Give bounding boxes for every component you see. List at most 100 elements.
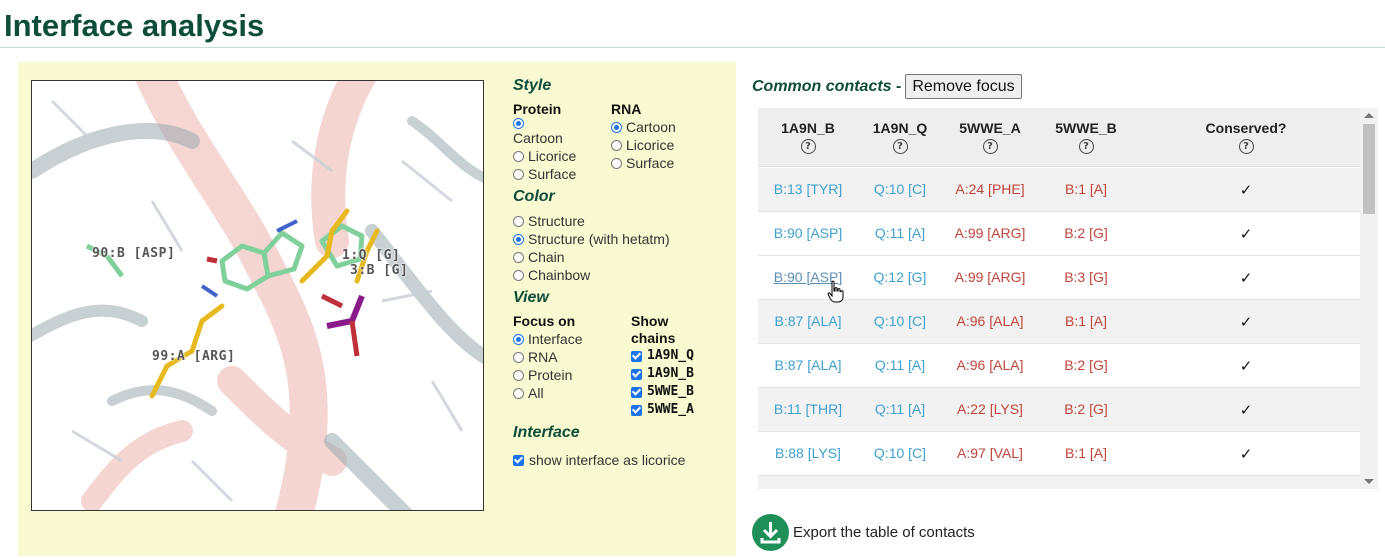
chain-toggle-1a9n-q[interactable]: 1A9N_Q <box>631 347 694 365</box>
color-structure[interactable]: Structure <box>513 212 733 230</box>
radio-button[interactable] <box>513 269 524 281</box>
help-icon[interactable]: ? <box>1078 139 1094 154</box>
residue-link[interactable]: B:1 [A] <box>1038 181 1134 197</box>
radio-button[interactable] <box>513 351 524 363</box>
residue-link[interactable]: A:96 [ALA] <box>944 313 1036 329</box>
residue-link[interactable]: Q:10 [C] <box>856 445 944 461</box>
scroll-thumb[interactable] <box>1363 124 1375 214</box>
checkbox[interactable] <box>631 386 642 398</box>
residue-link[interactable]: Q:11 [A] <box>856 357 944 373</box>
protein-style-cartoon-label[interactable]: Cartoon <box>513 129 611 147</box>
chain-toggle-5wwe-a[interactable]: 5WWE_A <box>631 401 694 419</box>
residue-link[interactable]: B:88 [LYS] <box>758 445 858 461</box>
protein-style-cartoon[interactable] <box>513 118 611 129</box>
residue-link[interactable]: B:3 [G] <box>1038 269 1134 285</box>
rna-style-surface[interactable]: Surface <box>611 154 676 172</box>
residue-link[interactable]: B:87 [ALA] <box>758 313 858 329</box>
residue-link[interactable]: A:97 [VAL] <box>944 445 1036 461</box>
color-chain[interactable]: Chain <box>513 248 733 266</box>
residue-link[interactable]: B:11 [THR] <box>758 401 858 417</box>
checkbox[interactable] <box>631 368 642 380</box>
rna-style-licorice[interactable]: Licorice <box>611 136 676 154</box>
residue-link[interactable]: B:87 [ALA] <box>758 357 858 373</box>
table-row[interactable]: B:87 [ALA] Q:10 [C] A:96 [ALA] B:1 [A] ✓ <box>758 300 1360 344</box>
residue-link[interactable]: Q:12 [G] <box>856 269 944 285</box>
show-interface-licorice[interactable]: show interface as licorice <box>513 451 733 469</box>
contacts-table-body[interactable]: 1A9N_B? 1A9N_Q? 5WWE_A? 5WWE_B? Conserve… <box>758 108 1360 489</box>
color-chainbow[interactable]: Chainbow <box>513 266 733 284</box>
radio-button[interactable] <box>611 139 622 151</box>
residue-link[interactable]: A:99 [ARG] <box>944 225 1036 241</box>
table-row[interactable]: B:87 [ALA] Q:11 [A] A:96 [ALA] B:2 [G] ✓ <box>758 344 1360 388</box>
scroll-up-icon[interactable] <box>1364 113 1374 118</box>
radio-button[interactable] <box>513 168 524 180</box>
help-icon[interactable]: ? <box>1238 139 1254 154</box>
radio-button[interactable] <box>513 150 524 162</box>
residue-link[interactable]: A:24 [PHE] <box>944 181 1036 197</box>
page-title: Interface analysis <box>4 8 265 43</box>
radio-button[interactable] <box>513 118 524 129</box>
table-row[interactable]: B:90 [ASP] Q:12 [G] A:99 [ARG] B:3 [G] ✓ <box>758 256 1360 300</box>
residue-link[interactable]: Q:11 [A] <box>856 225 944 241</box>
show-chains-heading: Show <box>631 313 669 329</box>
residue-link[interactable]: A:22 [LYS] <box>944 401 1036 417</box>
focus-protein[interactable]: Protein <box>513 366 631 384</box>
residue-link[interactable]: B:1 [A] <box>1038 313 1134 329</box>
residue-link[interactable]: B:2 [G] <box>1038 357 1134 373</box>
residue-link[interactable]: B:1 [A] <box>1038 445 1134 461</box>
rna-heading: RNA <box>611 101 642 117</box>
checkbox[interactable] <box>631 404 642 416</box>
scroll-down-icon[interactable] <box>1364 479 1374 484</box>
checkbox[interactable] <box>513 454 524 466</box>
radio-button[interactable] <box>611 121 622 133</box>
checkbox[interactable] <box>631 350 642 362</box>
residue-link[interactable]: B:2 [G] <box>1038 225 1134 241</box>
export-contacts[interactable]: Export the table of contacts <box>752 514 975 551</box>
radio-button[interactable] <box>513 387 524 399</box>
conserved-check-icon: ✓ <box>1239 446 1253 463</box>
radio-button[interactable] <box>513 369 524 381</box>
help-icon[interactable]: ? <box>892 139 908 154</box>
radio-button[interactable] <box>513 215 524 227</box>
radio-button[interactable] <box>611 157 622 169</box>
remove-focus-button[interactable]: Remove focus <box>905 74 1022 99</box>
chain-toggle-5wwe-b[interactable]: 5WWE_B <box>631 383 694 401</box>
table-row[interactable]: B:88 [LYS] Q:10 [C] A:97 [VAL] B:1 [A] ✓ <box>758 432 1360 476</box>
download-icon[interactable] <box>752 514 789 551</box>
residue-link[interactable]: A:96 [ALA] <box>944 357 1036 373</box>
color-heading: Color <box>513 188 555 205</box>
focus-all[interactable]: All <box>513 384 631 402</box>
table-row[interactable]: B:11 [THR] Q:11 [A] A:22 [LYS] B:2 [G] ✓ <box>758 388 1360 432</box>
residue-link[interactable]: Q:10 [C] <box>856 181 944 197</box>
molecule-viewer-canvas[interactable]: 90:B [ASP] 1:Q [G] 3:B [G] 99:A [ARG] <box>31 80 484 511</box>
residue-link[interactable]: B:13 [TYR] <box>758 181 858 197</box>
help-icon[interactable]: ? <box>982 139 998 154</box>
table-row[interactable]: B:13 [TYR] Q:10 [C] A:24 [PHE] B:1 [A] ✓ <box>758 168 1360 212</box>
color-structure-hetatm[interactable]: Structure (with hetatm) <box>513 230 733 248</box>
residue-link[interactable]: B:2 [G] <box>1038 401 1134 417</box>
display-options: Style Protein Cartoon Licorice Surface R… <box>513 76 733 469</box>
table-scrollbar[interactable] <box>1360 108 1378 489</box>
radio-button[interactable] <box>513 333 524 345</box>
radio-button[interactable] <box>513 251 524 263</box>
table-row[interactable] <box>758 476 1360 489</box>
column-header: 5WWE_A? <box>959 120 1021 154</box>
residue-link[interactable]: B:90 [ASP] <box>758 225 858 241</box>
chain-toggle-1a9n-b[interactable]: 1A9N_B <box>631 365 694 383</box>
contacts-title: Common contacts - <box>752 77 902 95</box>
conserved-check-icon: ✓ <box>1239 270 1253 287</box>
residue-link[interactable]: Q:11 [A] <box>856 401 944 417</box>
radio-button[interactable] <box>513 233 524 245</box>
protein-style-licorice[interactable]: Licorice <box>513 147 611 165</box>
protein-style-surface[interactable]: Surface <box>513 165 611 183</box>
help-icon[interactable]: ? <box>800 139 816 154</box>
residue-link[interactable]: Q:10 [C] <box>856 313 944 329</box>
residue-link[interactable]: A:99 [ARG] <box>944 269 1036 285</box>
table-row[interactable]: B:90 [ASP] Q:11 [A] A:99 [ARG] B:2 [G] ✓ <box>758 212 1360 256</box>
focus-interface[interactable]: Interface <box>513 330 631 348</box>
conserved-check-icon: ✓ <box>1239 402 1253 419</box>
rna-style-cartoon[interactable]: Cartoon <box>611 118 676 136</box>
export-label[interactable]: Export the table of contacts <box>793 524 975 541</box>
title-divider <box>0 47 1385 48</box>
focus-rna[interactable]: RNA <box>513 348 631 366</box>
